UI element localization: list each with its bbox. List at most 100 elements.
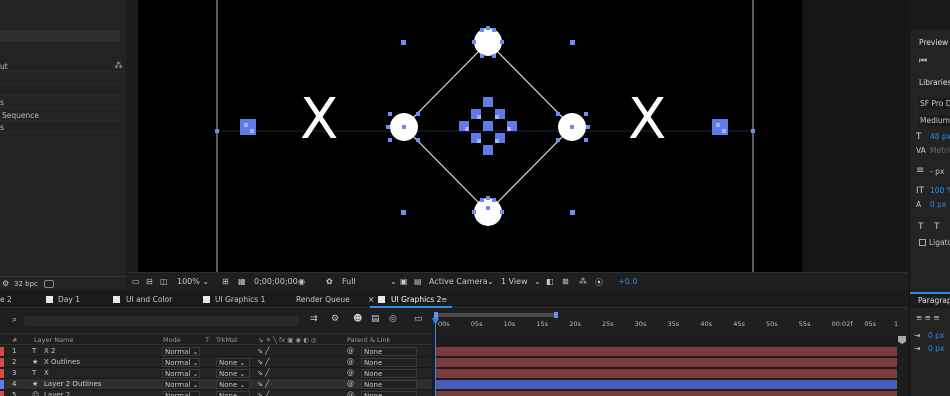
- reset-exposure-icon[interactable]: ⦿: [595, 277, 603, 288]
- layer-duration-bar[interactable]: [436, 358, 897, 367]
- draft-3d-icon[interactable]: ⊠: [562, 277, 569, 286]
- label-color-swatch[interactable]: [0, 391, 4, 396]
- font-style-dropdown[interactable]: Medium: [919, 115, 950, 126]
- column-trkmat[interactable]: TrkMat: [216, 336, 238, 344]
- align-icons[interactable]: ≡ ≡ ≡: [916, 313, 940, 322]
- paragraph-title[interactable]: Paragraph: [918, 296, 950, 305]
- project-item[interactable]: [0, 85, 126, 96]
- mode-dropdown[interactable]: Normal ⌄: [162, 380, 200, 389]
- layer-switches-icons[interactable]: ⇘ ╱: [257, 390, 269, 396]
- mode-dropdown[interactable]: Normal ⌄: [162, 358, 200, 367]
- tab-ui-and-color[interactable]: UI and Color: [126, 295, 172, 304]
- libraries-title[interactable]: Libraries: [919, 78, 950, 87]
- layer-row[interactable]: 3 T X Normal ⌄ None ⌄ ⇘ ╱ @ None: [0, 368, 432, 379]
- label-color-swatch[interactable]: [0, 347, 4, 356]
- layer-name[interactable]: X Outlines: [44, 357, 80, 368]
- resolution-chevron-icon[interactable]: ⌄: [390, 277, 397, 286]
- layer-row[interactable]: 4 ★ Layer 2 Outlines Normal ⌄ None ⌄ ⇘ ╱ @ None: [0, 379, 432, 390]
- comp-mini-flowchart-icon[interactable]: ⇉: [310, 314, 318, 324]
- layer-search-input[interactable]: [24, 316, 298, 326]
- pixel-aspect-icon[interactable]: ◧: [546, 277, 554, 286]
- skip-back-icon[interactable]: ⏮: [919, 56, 927, 66]
- graph-editor-icon[interactable]: ▭: [414, 314, 423, 324]
- trash-icon[interactable]: [44, 280, 54, 288]
- indent-first-value[interactable]: 0 px: [928, 344, 944, 353]
- bpc-label[interactable]: 32 bpc: [14, 280, 38, 288]
- tab-menu-icon[interactable]: ≡: [441, 295, 447, 304]
- layer-switches-icons[interactable]: ⇘ ╱: [257, 379, 269, 390]
- layer-duration-bar[interactable]: [436, 391, 897, 396]
- preview-title[interactable]: Preview: [919, 38, 948, 47]
- project-item[interactable]: s: [0, 122, 126, 133]
- transparency-grid-icon[interactable]: ▦: [238, 277, 246, 286]
- pick-whip-icon[interactable]: @: [347, 379, 354, 390]
- monitor-icon[interactable]: ⊟: [146, 277, 153, 286]
- flowchart-icon[interactable]: ⁂: [114, 61, 123, 71]
- project-item[interactable]: ut: [0, 61, 126, 72]
- exposure-value[interactable]: +0.0: [618, 277, 637, 286]
- draft-3d-icon[interactable]: ⚙: [331, 314, 339, 324]
- tab-comp-e2[interactable]: e 2: [0, 295, 12, 304]
- font-family-dropdown[interactable]: SF Pro Dis: [919, 98, 950, 109]
- tab-day-1[interactable]: Day 1: [58, 295, 80, 304]
- layer-switches-icons[interactable]: ⇘ ╱: [257, 346, 269, 357]
- comp-end-marker[interactable]: [898, 336, 906, 344]
- stroke-value[interactable]: - px: [930, 167, 944, 176]
- layer-row[interactable]: 5 ☺ Layer 2 Normal ⌄ None ⌄ ⇘ ╱ @ None: [0, 390, 432, 396]
- label-color-swatch[interactable]: [0, 380, 4, 389]
- frame-blending-icon[interactable]: ▤: [371, 314, 380, 324]
- project-item[interactable]: s: [0, 97, 126, 108]
- kerning-value[interactable]: Metric: [930, 146, 950, 155]
- resolution-dropdown[interactable]: Full: [342, 277, 356, 286]
- project-item[interactable]: Sequence: [0, 110, 126, 121]
- font-size-value[interactable]: 48 px: [930, 132, 950, 141]
- trkmat-dropdown[interactable]: None ⌄: [216, 358, 250, 367]
- pick-whip-icon[interactable]: @: [347, 368, 354, 379]
- channels-icon[interactable]: ✿: [326, 277, 333, 286]
- layer-name[interactable]: X 2: [44, 346, 55, 357]
- layer-name[interactable]: Layer 2: [44, 390, 70, 396]
- parent-dropdown[interactable]: None: [361, 347, 417, 356]
- parent-dropdown[interactable]: None: [361, 391, 417, 396]
- indent-left-value[interactable]: 0 px: [928, 331, 944, 340]
- settings-icon[interactable]: ⚙: [2, 279, 9, 288]
- tab-ui-graphics-2[interactable]: UI Graphics 2: [391, 295, 441, 304]
- camera-dropdown[interactable]: Active Camera: [429, 277, 488, 286]
- camera-snapshot-icon[interactable]: ◉: [298, 277, 305, 286]
- 3d-toggle-icon[interactable]: ▤: [414, 277, 422, 286]
- column-parent-link[interactable]: Parent & Link: [347, 336, 390, 344]
- mode-dropdown[interactable]: Normal ⌄: [162, 369, 200, 378]
- trkmat-dropdown[interactable]: None ⌄: [216, 391, 250, 396]
- mode-dropdown[interactable]: Normal ⌄: [162, 347, 200, 356]
- layer-switches-icons[interactable]: ⇘ ╱: [257, 368, 269, 379]
- label-color-swatch[interactable]: [0, 358, 4, 367]
- view-chevron-icon[interactable]: ⌄: [534, 277, 541, 286]
- timecode-display[interactable]: 0;00;00;00: [254, 277, 298, 286]
- work-area-end-handle[interactable]: [554, 312, 558, 318]
- parent-dropdown[interactable]: None: [361, 380, 417, 389]
- region-of-interest-icon[interactable]: ▭: [132, 277, 140, 286]
- label-color-swatch[interactable]: [0, 369, 4, 378]
- project-search-input[interactable]: [0, 30, 120, 42]
- faux-italic-icon[interactable]: T: [934, 222, 940, 232]
- mode-dropdown[interactable]: Normal ⌄: [162, 391, 200, 396]
- project-item[interactable]: [0, 73, 126, 84]
- layer-duration-bar[interactable]: [436, 347, 897, 356]
- layer-duration-bar[interactable]: [436, 380, 897, 389]
- vertical-scale-value[interactable]: 100 %: [930, 186, 950, 195]
- view-layout-dropdown[interactable]: 1 View: [501, 277, 528, 286]
- toggle-grid-icon[interactable]: ⊞: [222, 277, 229, 286]
- parent-dropdown[interactable]: None: [361, 369, 417, 378]
- tab-ui-graphics-1[interactable]: UI Graphics 1: [215, 295, 265, 304]
- composition-viewer[interactable]: X X: [128, 0, 908, 272]
- layer-name[interactable]: Layer 2 Outlines: [44, 379, 101, 390]
- column-layer-name[interactable]: Layer Name: [34, 336, 73, 344]
- baseline-value[interactable]: 0 px: [930, 200, 946, 209]
- shy-icon[interactable]: ☻: [353, 314, 362, 324]
- layer-row[interactable]: 1 T X 2 Normal ⌄ ⇘ ╱ @ None: [0, 346, 432, 357]
- pick-whip-icon[interactable]: @: [347, 390, 354, 396]
- work-area-bar[interactable]: [434, 313, 558, 317]
- pick-whip-icon[interactable]: @: [347, 346, 354, 357]
- view-options-icon[interactable]: ◫: [160, 277, 168, 286]
- faux-bold-icon[interactable]: T: [918, 222, 924, 232]
